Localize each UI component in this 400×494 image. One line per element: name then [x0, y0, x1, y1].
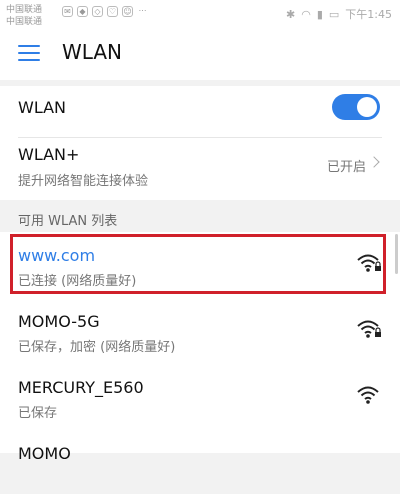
wifi-locked-icon [357, 320, 381, 338]
wifi-locked-icon [357, 254, 381, 272]
network-status: 已保存，加密 (网络质量好) [18, 340, 176, 355]
wlan-switch[interactable] [332, 94, 380, 120]
message-icon: ✉ [62, 6, 73, 17]
wifi-status-icon: ◠ [301, 7, 311, 21]
network-list: www.com 已连接 (网络质量好) MOMO-5G 已保存，加密 (网络质量… [0, 232, 400, 463]
menu-icon[interactable] [18, 45, 40, 61]
wlan-plus-status: 已开启 [326, 160, 366, 175]
network-item-www-com[interactable]: www.com 已连接 (网络质量好) [0, 232, 400, 296]
wlan-toggle-label: WLAN [18, 98, 67, 117]
signal-icon: ▮ [316, 7, 323, 21]
wlan-settings-card: WLAN WLAN+ 提升网络智能连接体验 已开启 [0, 86, 400, 200]
more-icon: ⋯ [138, 6, 147, 15]
status-bar: 中国联通 中国联通 ✉ ◆ ◇ ♡ ☺ ⋯ ✱ ◠ ▮ ▭ 下午1:45 [0, 0, 400, 28]
network-name: MOMO-5G [18, 312, 100, 331]
network-name: www.com [18, 246, 96, 265]
network-name: MERCURY_E560 [18, 378, 144, 397]
notification-icons: ✉ ◆ ◇ ♡ ☺ ⋯ [62, 6, 148, 17]
page-title: WLAN [62, 40, 123, 64]
heart-icon: ♡ [107, 6, 118, 17]
wlan-plus-subtitle: 提升网络智能连接体验 [18, 174, 149, 189]
network-status: 已连接 (网络质量好) [18, 274, 137, 289]
wlan-plus-title: WLAN+ [18, 145, 80, 164]
network-item-momo-5g[interactable]: MOMO-5G 已保存，加密 (网络质量好) [0, 298, 400, 362]
switch-knob [357, 97, 377, 117]
wifi-icon [357, 386, 379, 404]
battery-icon: ▭ [328, 7, 340, 21]
network-item-momo[interactable]: MOMO [0, 430, 400, 494]
wlan-toggle-row[interactable]: WLAN [0, 86, 400, 136]
network-item-mercury[interactable]: MERCURY_E560 已保存 [0, 364, 400, 428]
network-status: 已保存 [18, 406, 58, 421]
app-bar: WLAN [0, 28, 400, 80]
status-right: ✱ ◠ ▮ ▭ 下午1:45 [286, 6, 392, 22]
app-icon: ◆ [77, 6, 88, 17]
chevron-right-icon [368, 156, 380, 168]
clock: 下午1:45 [345, 8, 392, 21]
cat-icon: ☺ [122, 6, 133, 17]
section-header: 可用 WLAN 列表 [18, 214, 118, 229]
network-name: MOMO [18, 444, 71, 463]
bluetooth-icon: ✱ [286, 7, 296, 21]
wlan-plus-row[interactable]: WLAN+ 提升网络智能连接体验 已开启 [0, 138, 400, 198]
shield-icon: ◇ [92, 6, 103, 17]
carrier-label-2: 中国联通 [6, 17, 43, 27]
scrollbar[interactable] [395, 234, 398, 274]
